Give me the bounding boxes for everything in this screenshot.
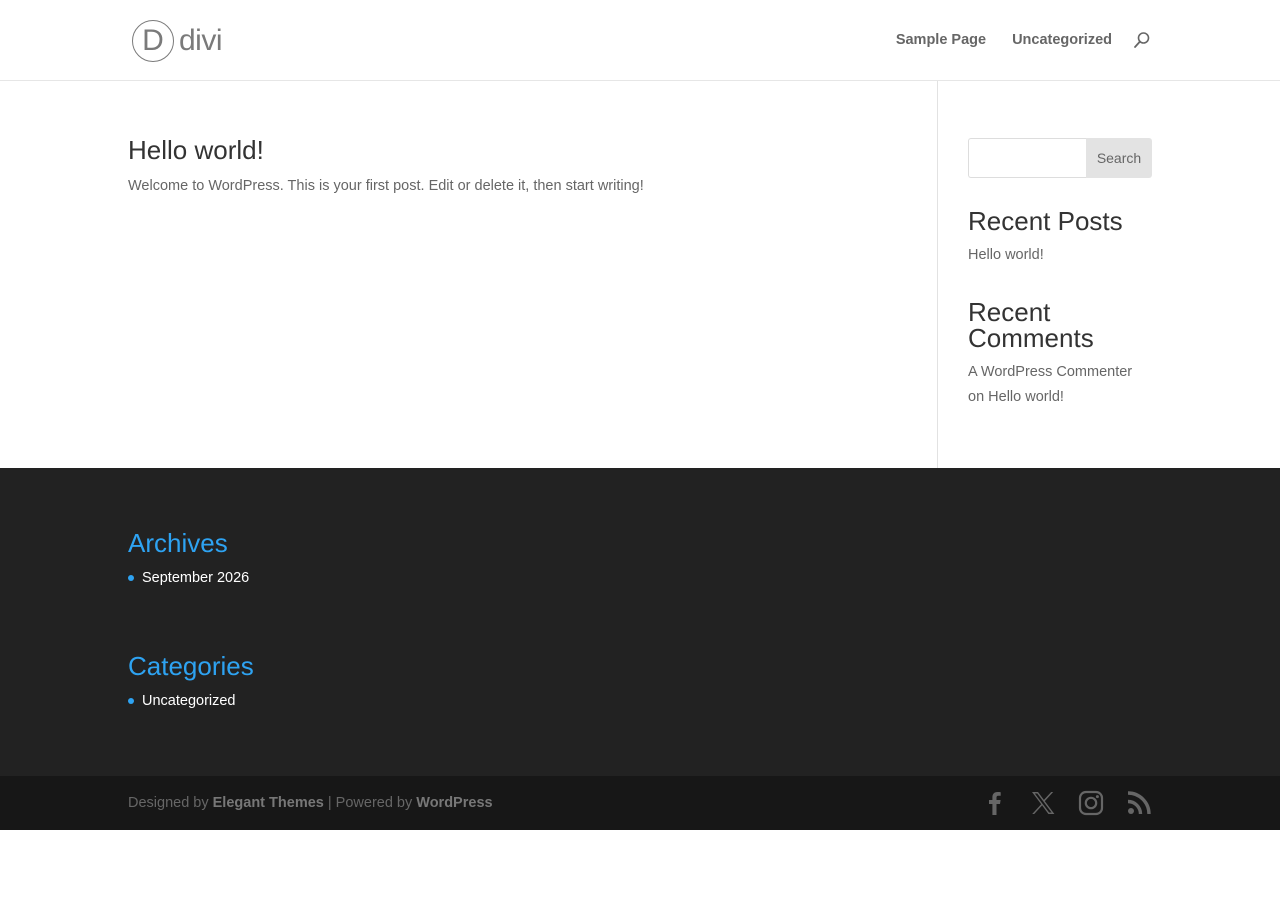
instagram-icon[interactable] xyxy=(1078,790,1104,816)
facebook-icon[interactable] xyxy=(982,790,1008,816)
footer-bottom-bar: Designed by Elegant Themes | Powered by … xyxy=(0,776,1280,830)
recent-comments-title: Recent Comments xyxy=(968,299,1094,351)
x-icon[interactable] xyxy=(1030,790,1056,816)
categories-list: Uncategorized xyxy=(128,691,236,711)
sidebar-divider xyxy=(937,81,938,468)
archives-list: September 2026 xyxy=(128,568,249,588)
nav-item-sample-page[interactable]: Sample Page xyxy=(896,31,986,49)
site-logo[interactable]: D divi xyxy=(132,18,232,64)
comment-post-link[interactable]: Hello world! xyxy=(988,389,1064,405)
recent-post-link[interactable]: Hello world! xyxy=(968,243,1044,268)
sidebar-search-form: Search xyxy=(968,138,1152,178)
powered-by-label: | Powered by xyxy=(327,795,413,811)
recent-posts-title: Recent Posts xyxy=(968,206,1123,236)
logo-mark: D xyxy=(132,20,174,62)
wordpress-link[interactable]: WordPress xyxy=(416,795,492,811)
site-header: D divi Sample Page Uncategorized xyxy=(0,0,1280,81)
recent-comments-title-line2: Comments xyxy=(968,323,1094,353)
bullet-icon xyxy=(128,698,134,704)
footer-widgets: Archives September 2026 Categories Uncat… xyxy=(0,468,1280,776)
rss-icon[interactable] xyxy=(1126,790,1152,816)
post-title-link[interactable]: Hello world! xyxy=(128,135,264,165)
nav-item-uncategorized[interactable]: Uncategorized xyxy=(1012,31,1112,49)
designed-by-label: Designed by xyxy=(128,795,209,811)
archive-link[interactable]: September 2026 xyxy=(142,570,249,586)
archives-title: Archives xyxy=(128,528,228,558)
logo-text: divi xyxy=(179,24,223,57)
sidebar-search-input[interactable] xyxy=(968,138,1086,178)
category-link[interactable]: Uncategorized xyxy=(142,693,236,709)
main-content: Hello world! Welcome to WordPress. This … xyxy=(0,81,1280,468)
list-item: September 2026 xyxy=(128,568,249,588)
main-nav: Sample Page Uncategorized xyxy=(896,31,1112,49)
page-bottom-space xyxy=(0,830,1280,900)
post-excerpt: Welcome to WordPress. This is your first… xyxy=(128,178,644,194)
post-title[interactable]: Hello world! xyxy=(128,133,264,167)
recent-comment-item: A WordPress Commenter on Hello world! xyxy=(968,360,1158,410)
footer-credits: Designed by Elegant Themes | Powered by … xyxy=(128,793,493,813)
bullet-icon xyxy=(128,575,134,581)
comment-author-link[interactable]: A WordPress Commenter xyxy=(968,364,1132,380)
categories-title: Categories xyxy=(128,651,254,681)
sidebar-search-button[interactable]: Search xyxy=(1086,138,1152,178)
list-item: Uncategorized xyxy=(128,691,236,711)
social-icons xyxy=(982,790,1152,816)
comment-on-label: on xyxy=(968,389,985,405)
elegant-themes-link[interactable]: Elegant Themes xyxy=(213,795,324,811)
search-icon[interactable] xyxy=(1133,31,1151,49)
